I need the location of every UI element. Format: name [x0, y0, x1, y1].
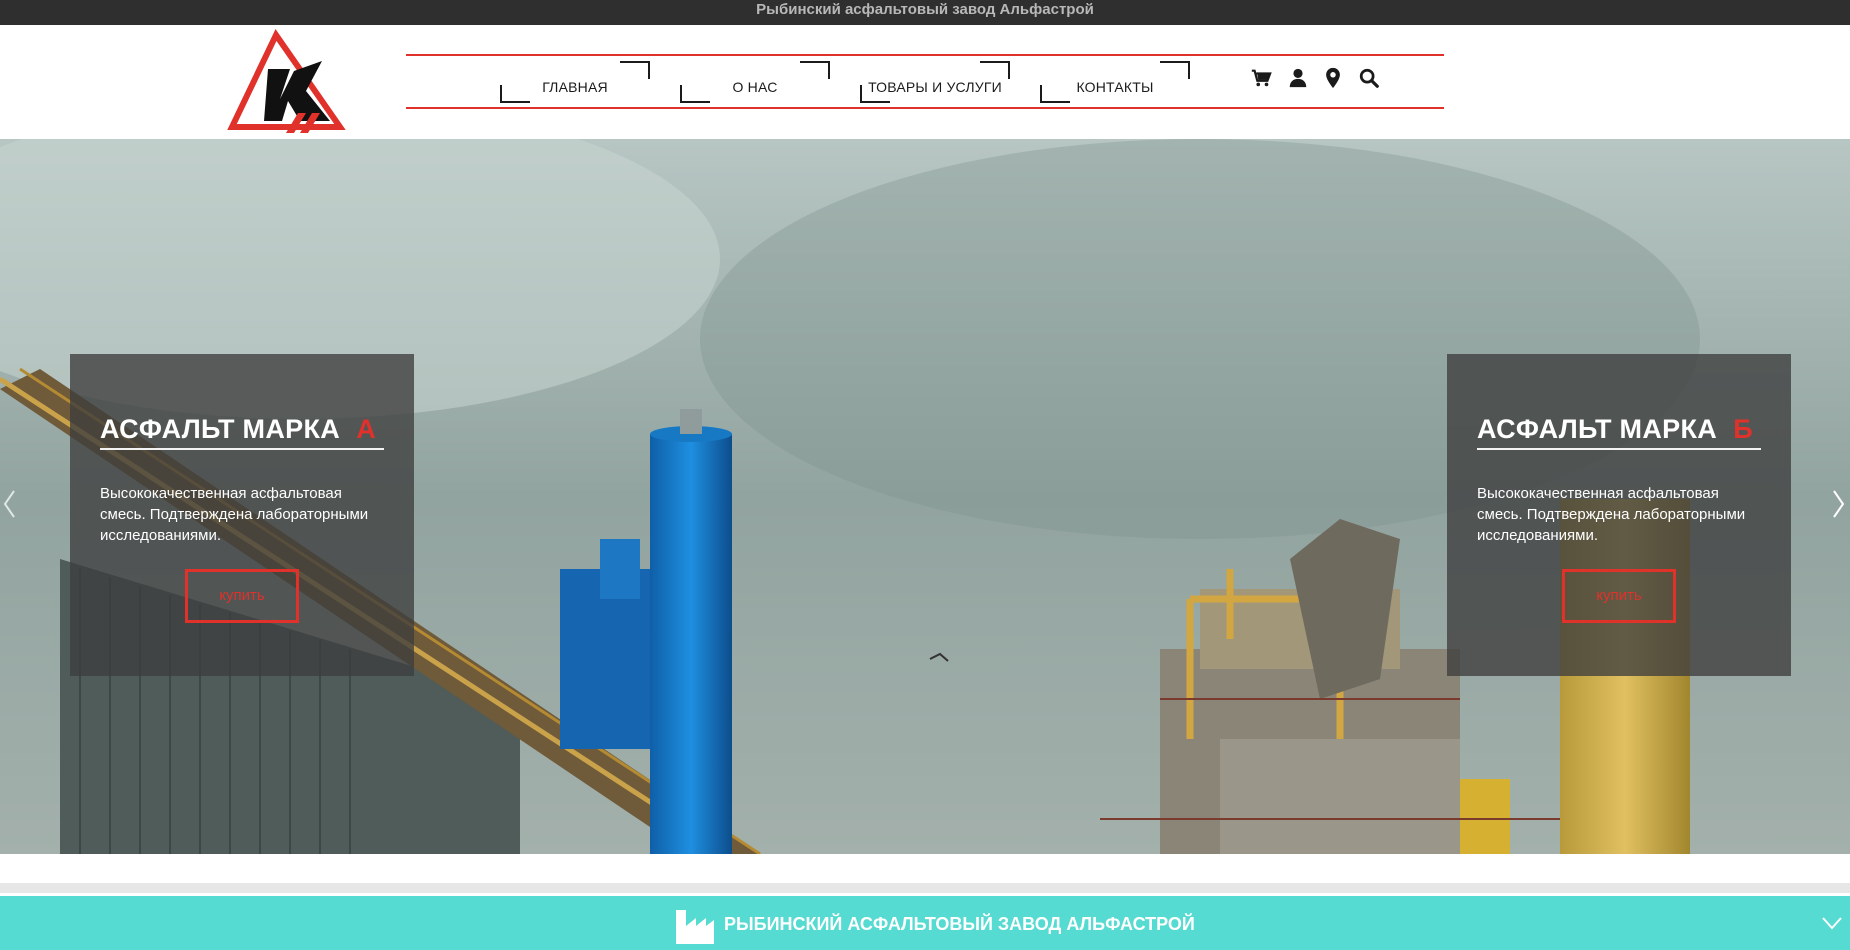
slide-description: Высококачественная асфальтовая смесь. По…	[100, 485, 369, 544]
site-title: Рыбинский асфальтовый завод Альфастрой	[756, 1, 1094, 18]
slide-title: АСФАЛЬТ МАРКА Б	[1477, 414, 1761, 450]
footer-title: РЫБИНСКИЙ АСФАЛЬТОВЫЙ ЗАВОД АЛЬФАСТРОЙ	[724, 914, 1195, 934]
buy-button[interactable]: купить	[185, 569, 299, 623]
alfastroy-logo[interactable]	[224, 29, 346, 137]
slide-mark: Б	[1733, 414, 1753, 444]
buy-button[interactable]: купить	[1562, 569, 1676, 623]
search-icon[interactable]	[1358, 67, 1380, 89]
bracket-decoration	[620, 61, 650, 79]
nav-label: О НАС	[732, 79, 778, 95]
nav-item-main[interactable]: ГЛАВНАЯ	[500, 56, 650, 107]
nav-item-products[interactable]: ТОВАРЫ И УСЛУГИ	[860, 56, 1010, 107]
slide-card-a: АСФАЛЬТ МАРКА А Высококачественная асфал…	[70, 354, 414, 676]
user-icon[interactable]	[1287, 67, 1309, 89]
chevron-down-icon[interactable]	[1821, 916, 1843, 930]
cart-icon[interactable]	[1250, 67, 1272, 89]
nav-item-about[interactable]: О НАС	[680, 56, 830, 107]
nav-label: ТОВАРЫ И УСЛУГИ	[868, 79, 1002, 95]
footer-bar[interactable]: РЫБИНСКИЙ АСФАЛЬТОВЫЙ ЗАВОД АЛЬФАСТРОЙ	[0, 896, 1850, 950]
location-pin-icon[interactable]	[1322, 67, 1344, 89]
divider	[0, 883, 1850, 893]
nav-label: ГЛАВНАЯ	[542, 79, 608, 95]
chevron-left-icon[interactable]	[2, 489, 16, 519]
hero-slider: АСФАЛЬТ МАРКА А Высококачественная асфал…	[0, 139, 1850, 854]
site-title-bar: Рыбинский асфальтовый завод Альфастрой	[0, 0, 1850, 25]
nav-item-contacts[interactable]: КОНТАКТЫ	[1040, 56, 1190, 107]
header: ГЛАВНАЯ О НАС ТОВАРЫ И УСЛУГИ КОНТАКТЫ	[0, 25, 1850, 139]
slide-card-b: АСФАЛЬТ МАРКА Б Высококачественная асфал…	[1447, 354, 1791, 676]
bracket-decoration	[800, 61, 830, 79]
slide-description: Высококачественная асфальтовая смесь. По…	[1477, 485, 1746, 544]
bracket-decoration	[1160, 61, 1190, 79]
bracket-decoration	[980, 61, 1010, 79]
slide-title: АСФАЛЬТ МАРКА А	[100, 414, 384, 450]
slide-title-text: АСФАЛЬТ МАРКА	[1477, 414, 1718, 444]
nav-label: КОНТАКТЫ	[1076, 79, 1154, 95]
factory-icon	[674, 908, 716, 944]
slide-title-text: АСФАЛЬТ МАРКА	[100, 414, 341, 444]
slide-mark: А	[356, 414, 376, 444]
chevron-right-icon[interactable]	[1832, 489, 1846, 519]
